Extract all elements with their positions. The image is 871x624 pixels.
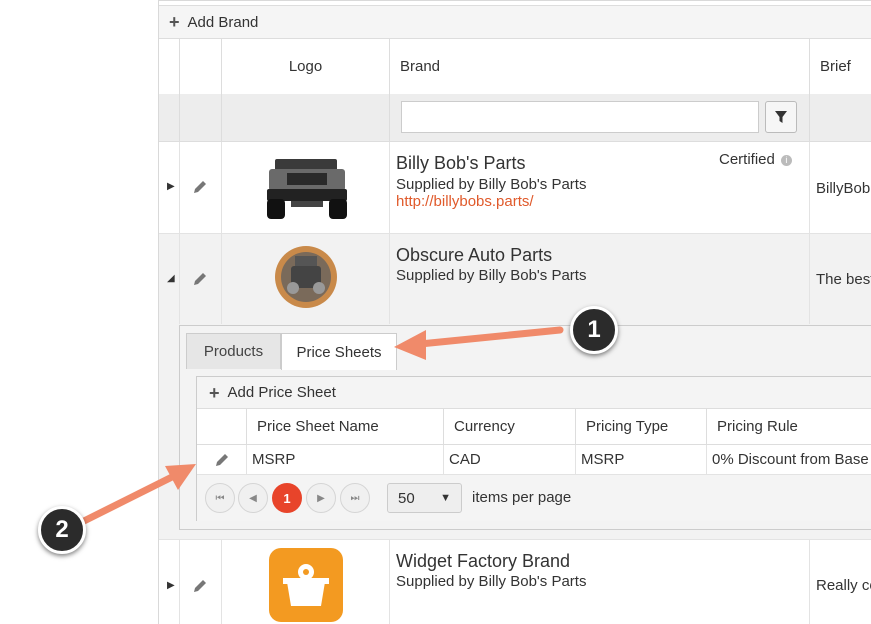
callout-badge-1: 1	[570, 306, 618, 354]
annotation-arrows	[76, 326, 564, 527]
callout-badge-2: 2	[38, 506, 86, 554]
